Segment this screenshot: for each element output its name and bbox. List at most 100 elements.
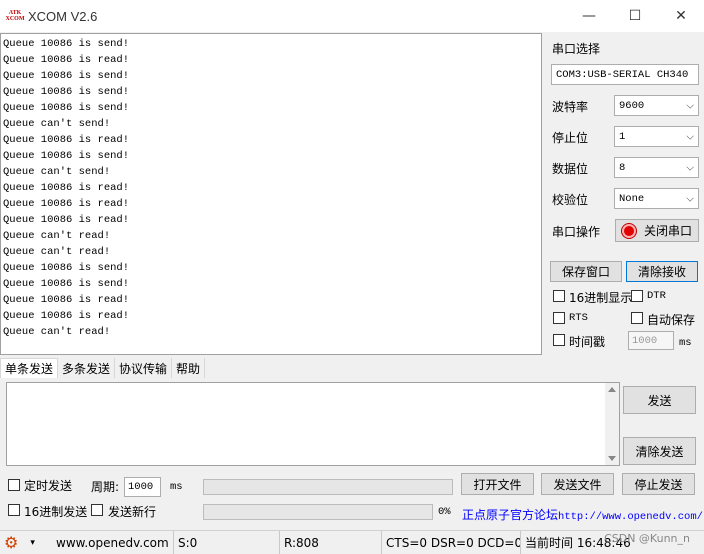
parity-select-value: None xyxy=(619,192,645,205)
parity-label: 校验位 xyxy=(552,193,589,207)
progress-percent: 0% xyxy=(438,506,451,518)
scroll-up-icon[interactable] xyxy=(608,387,616,392)
chevron-down-icon[interactable]: ▾ xyxy=(30,538,35,548)
scroll-down-icon[interactable] xyxy=(608,456,616,461)
hex-send-checkbox[interactable] xyxy=(8,504,20,516)
chevron-down-icon: ⌵ xyxy=(686,131,694,142)
receive-line: Queue 10086 is read! xyxy=(3,54,130,66)
send-scrollbar[interactable] xyxy=(605,383,619,465)
timestamp-label: 时间戳 xyxy=(569,335,606,349)
title-bar: ATK XCOM XCOM V2.6 — ☐ ✕ xyxy=(0,0,704,32)
record-indicator-icon xyxy=(621,223,636,238)
timestamp-checkbox[interactable] xyxy=(553,334,565,346)
databit-select-value: 8 xyxy=(619,161,626,174)
receive-line: Queue 10086 is send! xyxy=(3,38,130,50)
close-port-label: 关闭串口 xyxy=(643,224,692,238)
port-select[interactable]: COM3:USB-SERIAL CH340 xyxy=(551,64,699,85)
tab-help[interactable]: 帮助 xyxy=(172,358,206,378)
period-input[interactable]: 1000 xyxy=(124,477,161,497)
period-label: 周期: xyxy=(91,480,120,494)
parity-select[interactable]: None ⌵ xyxy=(614,188,699,209)
databit-select[interactable]: 8 ⌵ xyxy=(614,157,699,178)
receive-line: Queue 10086 is send! xyxy=(3,102,130,114)
send-text-area[interactable] xyxy=(6,382,620,466)
dtr-label: DTR xyxy=(647,290,666,302)
clear-send-button[interactable]: 清除发送 xyxy=(623,437,696,465)
stopbit-label: 停止位 xyxy=(552,131,589,145)
clear-receive-button[interactable]: 清除接收 xyxy=(626,261,698,282)
receive-line: Queue 10086 is send! xyxy=(3,70,130,82)
watermark: CSDN @Kunn_n xyxy=(604,532,690,545)
receive-line: Queue can't send! xyxy=(3,118,111,130)
chevron-down-icon: ⌵ xyxy=(686,162,694,173)
databit-label: 数据位 xyxy=(552,162,589,176)
rts-checkbox[interactable] xyxy=(553,312,565,324)
receive-line: Queue 10086 is send! xyxy=(3,262,130,274)
port-select-value: COM3:USB-SERIAL CH340 xyxy=(556,68,689,81)
hex-send-label: 16进制发送 xyxy=(24,505,88,519)
rts-label: RTS xyxy=(569,312,588,324)
hex-display-checkbox[interactable] xyxy=(553,290,565,302)
hex-display-label: 16进制显示 xyxy=(569,291,633,305)
timed-send-label: 定时发送 xyxy=(24,479,73,493)
open-file-button[interactable]: 打开文件 xyxy=(461,473,534,495)
close-button[interactable]: ✕ xyxy=(658,0,704,32)
tab-multi-send[interactable]: 多条发送 xyxy=(58,358,116,378)
sent-count: S:0 xyxy=(174,530,280,554)
send-tabs: 单条发送 多条发送 协议传输 帮助 xyxy=(0,358,206,378)
stop-send-button[interactable]: 停止发送 xyxy=(622,473,695,495)
receive-line: Queue can't read! xyxy=(3,246,111,258)
chevron-down-icon: ⌵ xyxy=(686,193,694,204)
receive-line: Queue 10086 is send! xyxy=(3,278,130,290)
baud-select-value: 9600 xyxy=(619,99,645,112)
send-progress-track xyxy=(203,479,453,495)
status-bar: ⚙ ▾ www.openedv.com S:0 R:808 CTS=0 DSR=… xyxy=(0,530,704,554)
minimize-button[interactable]: — xyxy=(566,0,612,32)
receive-line: Queue 10086 is read! xyxy=(3,214,130,226)
tab-protocol[interactable]: 协议传输 xyxy=(115,358,173,378)
port-select-label: 串口选择 xyxy=(552,42,601,56)
receive-line: Queue 10086 is read! xyxy=(3,310,130,322)
close-port-button[interactable]: 关闭串口 xyxy=(615,219,699,242)
period-unit: ms xyxy=(170,481,183,493)
newline-label: 发送新行 xyxy=(108,505,157,519)
tab-single-send[interactable]: 单条发送 xyxy=(0,358,59,378)
timestamp-unit: ms xyxy=(679,337,692,349)
port-op-label: 串口操作 xyxy=(552,225,601,239)
timestamp-input[interactable]: 1000 xyxy=(628,331,674,350)
dtr-checkbox[interactable] xyxy=(631,290,643,302)
maximize-button[interactable]: ☐ xyxy=(612,0,658,32)
receive-line: Queue 10086 is send! xyxy=(3,150,130,162)
forum-link-url: http://www.openedv.com/ xyxy=(558,511,703,523)
window-title: XCOM V2.6 xyxy=(28,8,98,24)
receive-text-area[interactable]: Queue 10086 is send! Queue 10086 is read!… xyxy=(0,33,542,355)
stopbit-select[interactable]: 1 ⌵ xyxy=(614,126,699,147)
baud-select[interactable]: 9600 ⌵ xyxy=(614,95,699,116)
website-cell: www.openedv.com xyxy=(52,530,174,554)
receive-line: Queue 10086 is read! xyxy=(3,134,130,146)
send-file-button[interactable]: 发送文件 xyxy=(541,473,614,495)
receive-line: Queue 10086 is read! xyxy=(3,294,130,306)
receive-line: Queue 10086 is send! xyxy=(3,86,130,98)
app-logo-icon: ATK XCOM xyxy=(5,7,25,25)
receive-line: Queue can't send! xyxy=(3,166,111,178)
receive-line: Queue can't read! xyxy=(3,326,111,338)
receive-line: Queue 10086 is read! xyxy=(3,198,130,210)
timed-send-checkbox[interactable] xyxy=(8,479,20,491)
auto-save-checkbox[interactable] xyxy=(631,312,643,324)
settings-cell[interactable]: ⚙ ▾ xyxy=(0,531,52,554)
gear-icon[interactable]: ⚙ xyxy=(4,533,18,552)
signal-status: CTS=0 DSR=0 DCD=0 xyxy=(382,530,521,554)
newline-checkbox[interactable] xyxy=(91,504,103,516)
logo-line-2: XCOM xyxy=(5,16,25,22)
send-button[interactable]: 发送 xyxy=(623,386,696,414)
receive-line: Queue 10086 is read! xyxy=(3,182,130,194)
forum-link-label: 正点原子官方论坛 xyxy=(462,508,559,522)
forum-link[interactable]: 正点原子官方论坛http://www.openedv.com/ xyxy=(462,506,703,523)
chevron-down-icon: ⌵ xyxy=(686,100,694,111)
file-progress-bar xyxy=(203,504,433,520)
receive-line: Queue can't read! xyxy=(3,230,111,242)
stopbit-select-value: 1 xyxy=(619,130,626,143)
save-window-button[interactable]: 保存窗口 xyxy=(550,261,622,282)
xcom-window: ATK XCOM XCOM V2.6 — ☐ ✕ Queue 10086 is … xyxy=(0,0,704,554)
